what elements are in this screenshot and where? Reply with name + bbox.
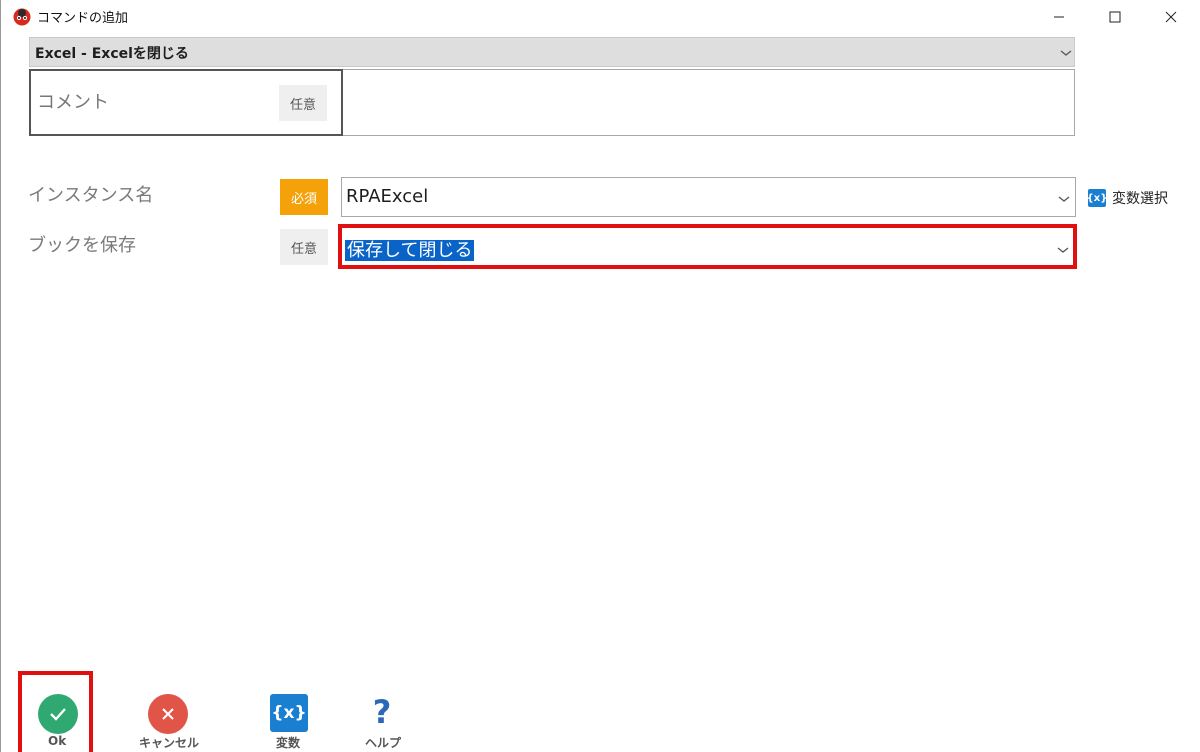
chevron-down-icon bbox=[1057, 247, 1069, 253]
minimize-icon bbox=[1054, 16, 1064, 18]
minimize-button[interactable] bbox=[1031, 0, 1087, 34]
cancel-button[interactable] bbox=[148, 694, 188, 734]
command-select-value: Excel - Excelを閉じる bbox=[35, 46, 189, 62]
cancel-label: キャンセル bbox=[139, 736, 200, 750]
variables-icon: {x} bbox=[271, 703, 307, 723]
variable-icon: {x} bbox=[1087, 189, 1107, 207]
help-label: ヘルプ bbox=[365, 736, 402, 750]
command-select[interactable]: Excel - Excelを閉じる bbox=[29, 37, 1075, 67]
check-icon bbox=[50, 708, 66, 721]
optional-badge: 任意 bbox=[279, 85, 327, 121]
save-book-value: 保存して閉じる bbox=[345, 240, 475, 261]
instance-name-value: RPAExcel bbox=[346, 186, 429, 207]
close-icon bbox=[1165, 11, 1177, 23]
chevron-down-icon bbox=[1060, 50, 1072, 56]
ok-label: Ok bbox=[48, 734, 67, 748]
variables-label: 変数 bbox=[276, 736, 301, 750]
help-button[interactable]: ? bbox=[362, 692, 402, 732]
ok-button[interactable] bbox=[38, 694, 78, 734]
maximize-button[interactable] bbox=[1087, 0, 1143, 34]
instance-name-select[interactable]: RPAExcel bbox=[341, 177, 1076, 217]
save-book-label: ブックを保存 bbox=[28, 235, 136, 256]
required-badge: 必須 bbox=[280, 179, 328, 215]
maximize-icon bbox=[1109, 11, 1121, 23]
optional-badge-text: 任意 bbox=[290, 241, 317, 257]
save-book-value-wrap: 保存して閉じる bbox=[345, 236, 475, 262]
variable-select-button[interactable]: {x} 変数選択 bbox=[1087, 188, 1168, 208]
chevron-down-icon bbox=[1058, 196, 1070, 202]
title-bar: コマンドの追加 bbox=[1, 0, 1200, 34]
variables-button[interactable]: {x} bbox=[270, 694, 308, 732]
comment-label: コメント bbox=[37, 92, 109, 113]
comment-label-box: コメント 任意 bbox=[29, 69, 343, 136]
save-book-select[interactable]: 保存して閉じる bbox=[338, 224, 1077, 269]
x-icon bbox=[162, 708, 174, 720]
variable-select-label: 変数選択 bbox=[1112, 191, 1168, 207]
optional-badge-text: 任意 bbox=[289, 97, 316, 113]
help-icon: ? bbox=[372, 693, 392, 731]
instance-name-label: インスタンス名 bbox=[28, 185, 154, 206]
window-title: コマンドの追加 bbox=[37, 11, 129, 26]
close-button[interactable] bbox=[1143, 0, 1199, 34]
optional-badge: 任意 bbox=[280, 229, 328, 265]
ladybug-icon bbox=[13, 8, 31, 26]
required-badge-text: 必須 bbox=[290, 191, 317, 207]
